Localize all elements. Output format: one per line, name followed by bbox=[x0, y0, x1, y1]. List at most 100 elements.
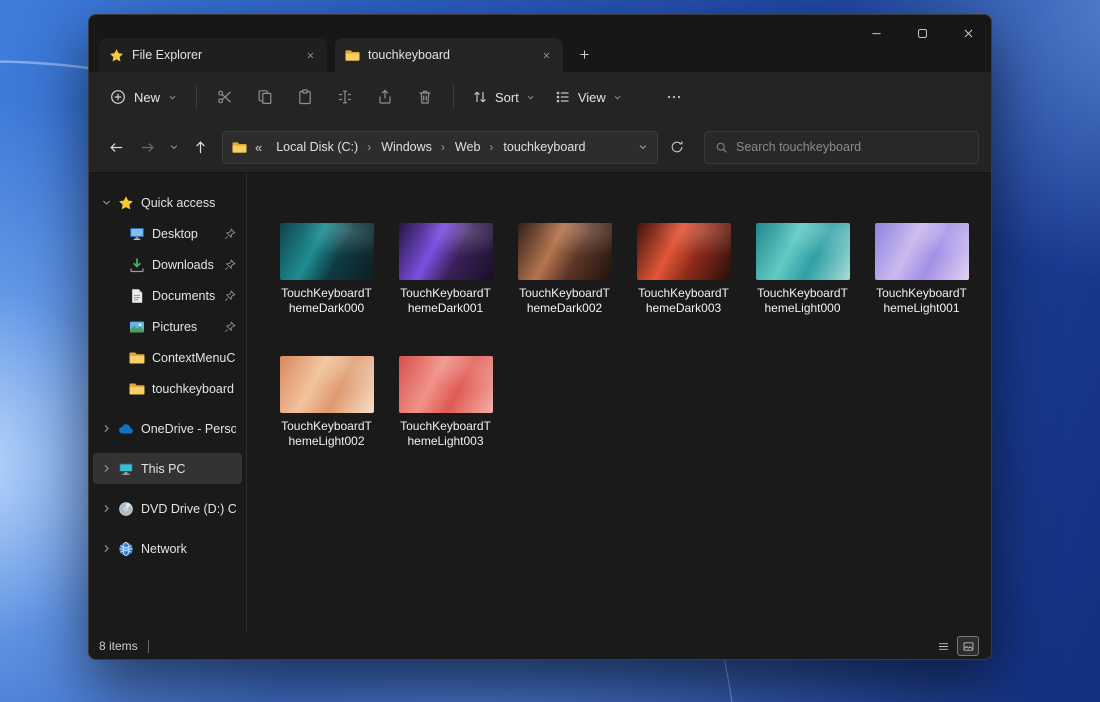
share-button[interactable] bbox=[365, 80, 405, 114]
folder-icon bbox=[129, 350, 145, 366]
search-box[interactable] bbox=[704, 131, 979, 164]
breadcrumb-item: Local Disk (C:) › bbox=[270, 137, 374, 157]
breadcrumb-segment[interactable]: touchkeyboard bbox=[497, 137, 591, 157]
pin-icon bbox=[224, 290, 236, 302]
plus-circle-icon bbox=[110, 89, 126, 105]
file-name: TouchKeyboardThemeDark003 bbox=[635, 286, 732, 316]
breadcrumb-segment[interactable]: Windows bbox=[375, 137, 438, 157]
new-button[interactable]: New bbox=[99, 82, 188, 112]
sidebar-item-desktop[interactable]: Desktop bbox=[93, 218, 242, 249]
file-name: TouchKeyboardThemeLight000 bbox=[754, 286, 851, 316]
tab-label: File Explorer bbox=[132, 48, 298, 62]
breadcrumb-overflow[interactable]: « bbox=[253, 140, 264, 155]
sidebar-item-downloads[interactable]: Downloads bbox=[93, 249, 242, 280]
refresh-button[interactable] bbox=[662, 132, 692, 162]
file-grid: TouchKeyboardThemeDark000 TouchKeyboardT… bbox=[247, 173, 991, 631]
trash-icon bbox=[417, 89, 433, 105]
breadcrumb-separator-icon: › bbox=[438, 140, 448, 154]
view-button[interactable]: View bbox=[545, 82, 632, 112]
downloads-icon bbox=[129, 257, 145, 273]
sidebar-item-this-pc[interactable]: This PC bbox=[93, 453, 242, 484]
sidebar-item-contextmenucust[interactable]: ContextMenuCust bbox=[93, 342, 242, 373]
cut-button[interactable] bbox=[205, 80, 245, 114]
file-thumbnail bbox=[637, 223, 731, 280]
chevron-right-icon[interactable] bbox=[101, 463, 112, 474]
sidebar-item-label: OneDrive - Personal bbox=[141, 422, 236, 436]
search-icon bbox=[715, 141, 728, 154]
file-item[interactable]: TouchKeyboardThemeLight001 bbox=[862, 223, 981, 316]
sidebar-item-network[interactable]: Network bbox=[93, 533, 242, 564]
chevron-right-icon[interactable] bbox=[101, 423, 112, 434]
window-controls bbox=[853, 15, 991, 51]
new-tab-button[interactable] bbox=[571, 41, 597, 67]
sidebar-item-pictures[interactable]: Pictures bbox=[93, 311, 242, 342]
details-view-button[interactable] bbox=[932, 636, 954, 656]
delete-button[interactable] bbox=[405, 80, 445, 114]
toolbar-divider bbox=[196, 85, 197, 109]
address-box[interactable]: « Local Disk (C:) › Windows › Web › touc… bbox=[222, 131, 658, 164]
sidebar-item-label: Documents bbox=[152, 289, 220, 303]
minimize-button[interactable] bbox=[853, 15, 899, 51]
close-tab-icon[interactable] bbox=[306, 51, 315, 60]
cloud-icon bbox=[118, 421, 134, 437]
file-thumbnail bbox=[280, 356, 374, 413]
file-item[interactable]: TouchKeyboardThemeDark003 bbox=[624, 223, 743, 316]
pin-icon bbox=[224, 321, 236, 333]
sidebar: Quick access Desktop Downloads Documents… bbox=[89, 173, 247, 631]
file-item[interactable]: TouchKeyboardThemeLight000 bbox=[743, 223, 862, 316]
more-options-button[interactable] bbox=[654, 80, 694, 114]
chevron-right-icon[interactable] bbox=[101, 543, 112, 554]
address-bar: « Local Disk (C:) › Windows › Web › touc… bbox=[89, 122, 991, 173]
ellipsis-icon bbox=[666, 89, 682, 105]
pc-icon bbox=[118, 461, 134, 477]
search-input[interactable] bbox=[736, 140, 968, 154]
chevron-right-icon[interactable] bbox=[101, 503, 112, 514]
maximize-button[interactable] bbox=[899, 15, 945, 51]
chevron-down-icon bbox=[168, 93, 177, 102]
file-item[interactable]: TouchKeyboardThemeDark001 bbox=[386, 223, 505, 316]
rename-button[interactable] bbox=[325, 80, 365, 114]
sidebar-item-documents[interactable]: Documents bbox=[93, 280, 242, 311]
copy-icon bbox=[257, 89, 273, 105]
command-bar: New Sort View bbox=[89, 72, 991, 122]
breadcrumb-item: Windows › bbox=[375, 137, 448, 157]
close-tab-icon[interactable] bbox=[542, 51, 551, 60]
window-body: Quick access Desktop Downloads Documents… bbox=[89, 173, 991, 631]
titlebar: File Explorer touchkeyboard bbox=[89, 15, 991, 72]
sidebar-item-dvd-drive-d-cccc[interactable]: DVD Drive (D:) CCCC bbox=[93, 493, 242, 524]
maximize-icon bbox=[916, 27, 929, 40]
sort-button[interactable]: Sort bbox=[462, 82, 545, 112]
sidebar-item-onedrive-personal[interactable]: OneDrive - Personal bbox=[93, 413, 242, 444]
close-button[interactable] bbox=[945, 15, 991, 51]
copy-button[interactable] bbox=[245, 80, 285, 114]
details-view-icon bbox=[937, 640, 950, 653]
refresh-icon bbox=[670, 140, 684, 154]
chevron-down-icon[interactable] bbox=[101, 197, 112, 208]
address-history-chevron-icon[interactable] bbox=[638, 142, 648, 152]
file-item[interactable]: TouchKeyboardThemeDark002 bbox=[505, 223, 624, 316]
breadcrumb-segment[interactable]: Local Disk (C:) bbox=[270, 137, 364, 157]
recent-locations-button[interactable] bbox=[163, 132, 185, 163]
sidebar-item-touchkeyboard[interactable]: touchkeyboard bbox=[93, 373, 242, 404]
thumbnail-view-button[interactable] bbox=[957, 636, 979, 656]
forward-button[interactable] bbox=[132, 132, 163, 163]
up-arrow-icon bbox=[193, 140, 208, 155]
file-name: TouchKeyboardThemeDark002 bbox=[516, 286, 613, 316]
paste-button[interactable] bbox=[285, 80, 325, 114]
rename-icon bbox=[337, 89, 353, 105]
share-icon bbox=[377, 89, 393, 105]
tab-touchkeyboard[interactable]: touchkeyboard bbox=[335, 38, 563, 72]
view-toggles bbox=[932, 636, 981, 656]
new-button-label: New bbox=[134, 90, 160, 105]
up-button[interactable] bbox=[185, 132, 216, 163]
back-arrow-icon bbox=[109, 140, 124, 155]
breadcrumb-segment[interactable]: Web bbox=[449, 137, 486, 157]
tab-file-explorer[interactable]: File Explorer bbox=[99, 38, 327, 72]
breadcrumb-item: touchkeyboard bbox=[497, 137, 591, 157]
star-icon bbox=[118, 195, 134, 211]
back-button[interactable] bbox=[101, 132, 132, 163]
file-item[interactable]: TouchKeyboardThemeLight003 bbox=[386, 356, 505, 449]
file-item[interactable]: TouchKeyboardThemeDark000 bbox=[267, 223, 386, 316]
file-item[interactable]: TouchKeyboardThemeLight002 bbox=[267, 356, 386, 449]
sidebar-item-quick-access[interactable]: Quick access bbox=[93, 187, 242, 218]
